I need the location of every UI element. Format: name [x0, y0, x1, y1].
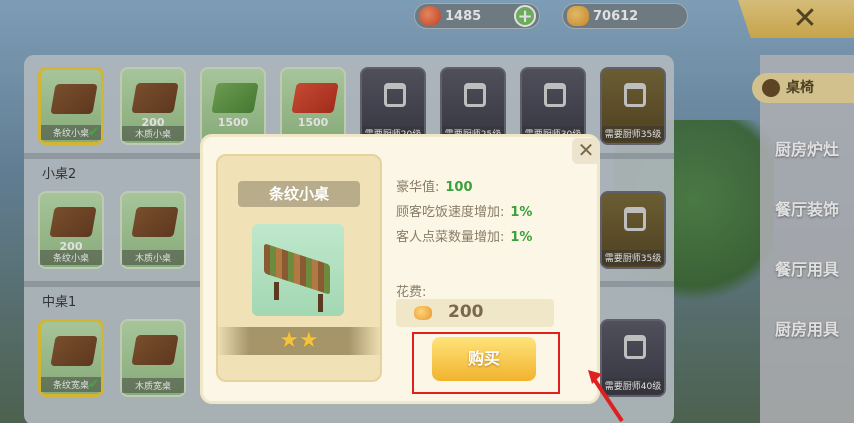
- cost-box: 200: [396, 299, 554, 327]
- attribute-label: 豪华值:: [396, 180, 440, 195]
- attribute-value: 1%: [510, 205, 533, 220]
- coin-icon: [414, 306, 432, 320]
- pointer-arrow-icon: [588, 370, 624, 423]
- item-name: 条纹小桌: [238, 181, 360, 207]
- star-icon: ★: [279, 328, 299, 353]
- dialog-close-button[interactable]: ✕: [572, 138, 600, 164]
- cost-label: 花费:: [396, 285, 427, 300]
- attribute-value: 100: [445, 180, 473, 195]
- highlight-box: [412, 332, 560, 394]
- star-icon: ★: [299, 328, 319, 353]
- attribute-luxury: 豪华值: 100: [396, 176, 473, 195]
- item-preview: [252, 224, 344, 316]
- attribute-eating-speed: 顾客吃饭速度增加: 1%: [396, 201, 532, 220]
- attribute-label: 客人点菜数量增加:: [396, 230, 505, 245]
- attribute-value: 1%: [510, 230, 533, 245]
- table-leg: [274, 282, 279, 300]
- attribute-label: 顾客吃饭速度增加:: [396, 205, 505, 220]
- attribute-order-quantity: 客人点菜数量增加: 1%: [396, 226, 532, 245]
- table-leg: [318, 294, 323, 312]
- cost-amount: 200: [448, 302, 484, 322]
- star-rating: ★★: [216, 327, 382, 355]
